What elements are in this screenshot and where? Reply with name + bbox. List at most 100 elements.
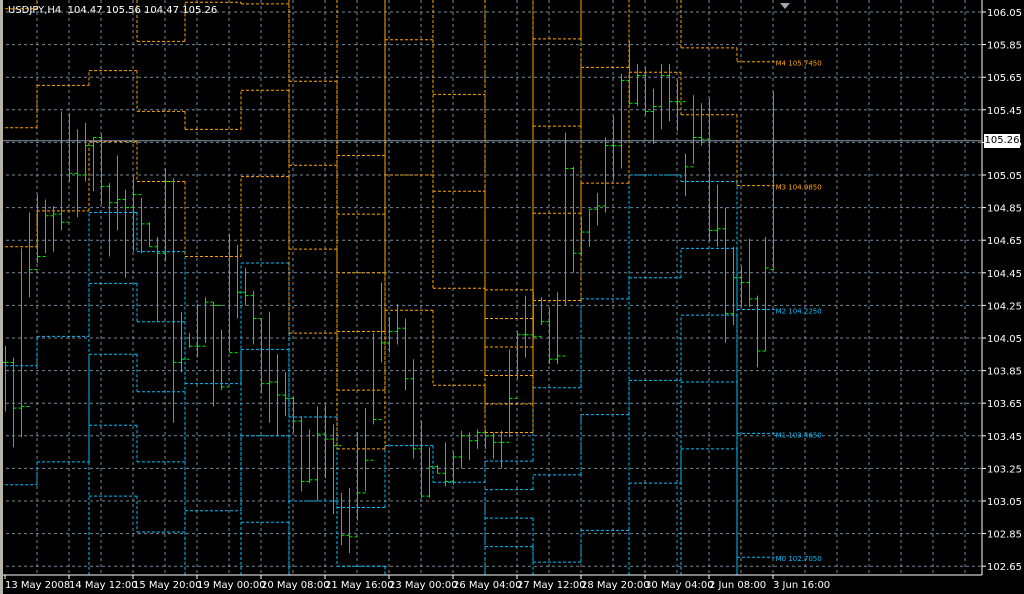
level-label: M4 105.7450: [776, 60, 822, 68]
ohlc-bar: [290, 396, 297, 433]
ohlc-bar: [106, 183, 113, 257]
ohlc-bar: [474, 429, 481, 449]
y-tick-label: 103.45: [987, 432, 1022, 443]
open-value: 104.47: [67, 5, 103, 16]
ohlc-bar: [370, 333, 377, 461]
ohlc-bar: [178, 311, 185, 373]
ohlc-bar: [258, 317, 265, 394]
chart-shift-marker-icon[interactable]: [780, 3, 790, 9]
ohlc-bar: [154, 236, 161, 322]
ohlc-bar: [458, 430, 465, 469]
x-tick-label: 14 May 12:00: [69, 580, 138, 591]
ohlc-bar: [266, 311, 273, 423]
ohlc-bar: [218, 304, 225, 391]
level-label: M2 104.2250: [776, 307, 822, 315]
ohlc-bar: [98, 134, 105, 205]
ohlc-bar: [410, 359, 417, 459]
ohlc-bar: [538, 297, 545, 337]
x-tick-label: 20 May 08:00: [261, 580, 330, 591]
ohlc-bar: [650, 88, 657, 145]
ohlc-bar: [714, 184, 721, 247]
level-label: M3 104.9850: [776, 184, 822, 192]
chart-header: USDJPY,H4 104.47 105.56 104.47 105.26: [8, 5, 217, 16]
high-value: 105.56: [105, 5, 141, 16]
ohlc-bar: [634, 64, 641, 107]
ohlc-bar: [570, 166, 577, 273]
level-label: M0 102.7050: [776, 555, 822, 563]
x-tick-label: 3 Jun 16:00: [773, 580, 830, 591]
ohlc-bar: [298, 416, 305, 492]
ohlc-bar: [306, 429, 313, 484]
x-tick-label: 27 May 12:00: [517, 580, 586, 591]
ohlc-bar: [466, 432, 473, 461]
ohlc-bar: [186, 333, 193, 360]
ohlc-bar: [722, 207, 729, 343]
ohlc-bar: [594, 192, 601, 226]
x-tick-label: 21 May 16:00: [325, 580, 394, 591]
y-tick-label: 105.45: [987, 106, 1022, 117]
ohlc-bar: [554, 292, 561, 365]
price-chart[interactable]: 106.05105.85105.65105.45105.25105.05104.…: [0, 0, 1024, 594]
low-value: 104.47: [144, 5, 180, 16]
ohlc-bar: [314, 406, 321, 501]
level-line-m8: [336, 0, 534, 291]
ohlc-bar: [442, 442, 449, 487]
ohlc-bar: [498, 430, 505, 469]
ohlc-bar: [626, 41, 633, 105]
y-tick-label: 103.05: [987, 497, 1022, 508]
level-lines: [0, 0, 775, 575]
ohlc-bar: [514, 331, 521, 399]
level-label: M1 103.4650: [776, 431, 822, 439]
ohlc-bar: [210, 301, 217, 407]
ohlc-bar: [26, 212, 33, 407]
ohlc-bar: [122, 189, 129, 278]
ohlc-bar: [354, 432, 361, 538]
current-price-label: 105.26: [984, 134, 1020, 148]
ohlc-bar: [170, 178, 177, 423]
y-tick-label: 104.45: [987, 269, 1022, 280]
ohlc-bar: [506, 349, 513, 443]
ohlc-bar: [642, 67, 649, 115]
level-line-m7: [336, 0, 534, 319]
y-tick-label: 104.05: [987, 334, 1022, 345]
ohlc-bar: [282, 372, 289, 417]
ohlc-bar: [2, 346, 9, 412]
y-tick-label: 103.25: [987, 464, 1022, 475]
y-tick-label: 104.65: [987, 236, 1022, 247]
level-line-m4: [0, 0, 775, 405]
ohlc-bar: [322, 404, 329, 479]
ohlc-bar: [138, 194, 145, 254]
ohlc-bar: [146, 222, 153, 248]
x-tick-label: 13 May 2008: [5, 580, 70, 591]
ohlc-bar: [562, 132, 569, 357]
ohlc-bar: [674, 80, 681, 131]
close-value: 105.26: [182, 5, 218, 16]
ohlc-bar: [586, 208, 593, 247]
ohlc-bar: [434, 465, 441, 474]
ohlc-bar: [162, 168, 169, 262]
ohlc-bar: [58, 111, 65, 231]
y-tick-label: 103.65: [987, 399, 1022, 410]
x-tick-label: 19 May 00:00: [197, 580, 266, 591]
ohlc-bar: [242, 267, 249, 306]
level-line-m5: [0, 0, 582, 376]
x-tick-label: 2 Jun 08:00: [709, 580, 766, 591]
x-tick-label: 30 May 04:00: [645, 580, 714, 591]
ohlc-bar: [10, 357, 17, 448]
level-line-m3: [0, 71, 775, 450]
ohlc-bar: [386, 316, 393, 353]
ohlc-bar: [50, 205, 57, 252]
y-tick-label: 102.65: [987, 562, 1022, 573]
y-tick-label: 105.05: [987, 171, 1022, 182]
ohlc-bar: [546, 308, 553, 365]
ohlc-bar: [426, 447, 433, 498]
ohlc-bar: [658, 64, 665, 130]
ohlc-bar: [114, 155, 121, 231]
ohlc-bar: [250, 290, 257, 345]
ohlc-bar: [82, 122, 89, 182]
ohlc-bar: [346, 487, 353, 554]
ohlc-bar: [18, 248, 25, 438]
ohlc-bar: [338, 445, 345, 546]
ohlc-bar: [194, 303, 201, 358]
x-tick-label: 28 May 20:00: [581, 580, 650, 591]
